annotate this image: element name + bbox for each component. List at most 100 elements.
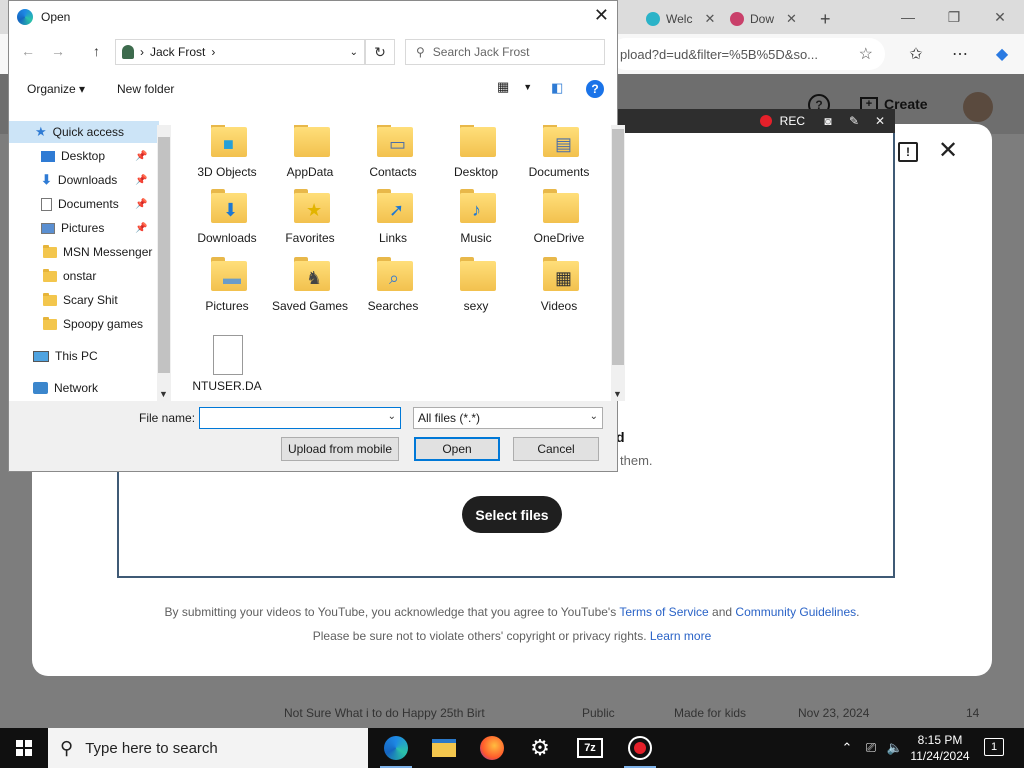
folder-icon: ♪ bbox=[456, 187, 496, 227]
chevron-down-icon[interactable]: ⌄ bbox=[350, 47, 358, 58]
restore-icon[interactable]: ❐ bbox=[934, 4, 974, 30]
file-item[interactable]: ➚ Links bbox=[353, 187, 433, 246]
file-label: sexy bbox=[463, 299, 489, 313]
browser-tab-download[interactable]: Dow ✕ bbox=[722, 6, 805, 32]
open-button[interactable]: Open bbox=[414, 437, 500, 461]
view-grid-icon[interactable]: ▦ bbox=[497, 79, 509, 95]
file-label: Saved Games bbox=[271, 299, 349, 313]
organize-button[interactable]: Organize ▾ bbox=[27, 82, 85, 96]
browser-tab-welcome[interactable]: Welc ✕ bbox=[638, 6, 723, 32]
nav-item-this-pc[interactable]: This PC bbox=[9, 345, 159, 367]
file-item[interactable]: ■ 3D Objects bbox=[187, 125, 267, 180]
new-folder-button[interactable]: New folder bbox=[117, 82, 174, 96]
new-tab-button[interactable]: + bbox=[812, 6, 839, 32]
chevron-down-icon[interactable]: ⌄ bbox=[388, 411, 396, 422]
edge-taskbar-button[interactable] bbox=[372, 728, 420, 768]
file-item[interactable]: sexy bbox=[436, 255, 516, 314]
help-icon[interactable]: ? bbox=[586, 80, 604, 98]
up-arrow-icon[interactable]: ↑ bbox=[93, 43, 100, 59]
forward-arrow-icon[interactable]: → bbox=[51, 43, 65, 59]
file-item[interactable]: ♞ Saved Games bbox=[270, 255, 350, 314]
close-icon[interactable]: ✕ bbox=[869, 109, 891, 133]
scroll-down-icon[interactable]: ▼ bbox=[159, 389, 168, 399]
nav-item-desktop[interactable]: Desktop 📌 bbox=[9, 145, 159, 167]
file-explorer-taskbar-button[interactable] bbox=[420, 728, 468, 768]
close-icon[interactable]: ✕ bbox=[704, 11, 715, 27]
nav-item-quick-access[interactable]: ★ Quick access bbox=[9, 121, 159, 143]
record-icon[interactable] bbox=[759, 115, 772, 127]
back-arrow-icon[interactable]: ← bbox=[21, 43, 35, 59]
file-item[interactable]: AppData bbox=[270, 125, 350, 180]
nav-item-scary-shit[interactable]: Scary Shit bbox=[9, 289, 159, 311]
search-input[interactable]: ⚲ Search Jack Frost bbox=[405, 39, 605, 65]
pen-icon[interactable]: ✎ bbox=[843, 109, 865, 133]
network-icon[interactable]: ⎚ bbox=[860, 728, 882, 768]
notification-center-icon[interactable]: 1 bbox=[984, 738, 1004, 756]
address-bar[interactable]: pload?d=ud&filter=%5B%5D&so... ☆ bbox=[610, 38, 885, 70]
minimize-icon[interactable]: — bbox=[888, 4, 928, 30]
download-icon: ⬇ bbox=[41, 172, 52, 187]
chevron-down-icon[interactable]: ▼ bbox=[523, 82, 532, 92]
firefox-taskbar-button[interactable] bbox=[468, 728, 516, 768]
rec-label[interactable]: REC bbox=[780, 114, 805, 128]
file-item[interactable]: OneDrive bbox=[519, 187, 599, 246]
close-icon[interactable]: ✕ bbox=[786, 11, 797, 27]
nav-item-network[interactable]: Network bbox=[9, 377, 159, 399]
nav-item-documents[interactable]: Documents 📌 bbox=[9, 193, 159, 215]
file-item[interactable]: NTUSER.DA bbox=[187, 335, 267, 394]
clock[interactable]: 8:15 PM 11/24/2024 bbox=[900, 732, 980, 764]
community-guidelines-link[interactable]: Community Guidelines bbox=[735, 605, 856, 619]
nav-item-onstar[interactable]: onstar bbox=[9, 265, 159, 287]
copilot-icon[interactable]: ◆ bbox=[988, 40, 1016, 68]
file-name-field[interactable]: ⌄ bbox=[199, 407, 401, 429]
refresh-icon[interactable]: ↻ bbox=[365, 39, 395, 65]
nav-item-spoopy-games[interactable]: Spoopy games bbox=[9, 313, 159, 335]
file-label: OneDrive bbox=[533, 231, 585, 245]
file-item[interactable]: ▬ Pictures bbox=[187, 255, 267, 314]
upload-from-mobile-button[interactable]: Upload from mobile bbox=[281, 437, 399, 461]
camera-icon[interactable]: ◙ bbox=[817, 109, 839, 133]
view-options[interactable]: ▦ ▼ bbox=[497, 79, 532, 95]
cancel-button[interactable]: Cancel bbox=[513, 437, 599, 461]
taskbar-search[interactable]: ⚲ Type here to search bbox=[48, 728, 368, 768]
file-item[interactable]: Desktop bbox=[436, 125, 516, 180]
settings-taskbar-button[interactable]: ⚙ bbox=[516, 728, 564, 768]
browser-tab-label: Welc bbox=[666, 12, 693, 26]
files-scrollbar[interactable]: ▼ bbox=[611, 125, 625, 401]
table-row[interactable]: Not Sure What i to do Happy 25th Birt Pu… bbox=[100, 700, 1020, 724]
star-icon: ★ bbox=[35, 124, 47, 139]
feedback-icon[interactable]: ! bbox=[898, 142, 918, 162]
avatar[interactable] bbox=[963, 92, 993, 122]
file-item[interactable]: ♪ Music bbox=[436, 187, 516, 246]
chevron-up-icon[interactable]: ⌃ bbox=[838, 728, 856, 768]
chevron-down-icon[interactable]: ⌄ bbox=[590, 411, 598, 422]
nav-item-pictures[interactable]: Pictures 📌 bbox=[9, 217, 159, 239]
favorites-icon[interactable]: ✩ bbox=[902, 40, 930, 68]
file-type-select[interactable]: All files (*.*) ⌄ bbox=[413, 407, 603, 429]
preview-pane-icon[interactable]: ◧ bbox=[551, 80, 563, 96]
breadcrumb-item[interactable]: Jack Frost bbox=[150, 45, 205, 59]
close-window-icon[interactable]: ✕ bbox=[980, 4, 1020, 30]
file-item[interactable]: ▭ Contacts bbox=[353, 125, 433, 180]
scroll-down-icon[interactable]: ▼ bbox=[613, 389, 622, 399]
file-item[interactable]: ▦ Videos bbox=[519, 255, 599, 314]
learn-more-link[interactable]: Learn more bbox=[650, 629, 711, 643]
favorite-star-icon[interactable]: ☆ bbox=[859, 44, 873, 64]
nav-item-msn-messenger[interactable]: MSN Messenger bbox=[9, 241, 159, 263]
scrollbar-thumb[interactable] bbox=[158, 137, 170, 373]
scrollbar-thumb[interactable] bbox=[612, 129, 624, 365]
7zip-taskbar-button[interactable]: 7z bbox=[566, 728, 614, 768]
breadcrumb[interactable]: › Jack Frost › ⌄ bbox=[115, 39, 365, 65]
nav-scrollbar[interactable]: ▼ bbox=[157, 125, 171, 401]
close-icon[interactable]: ✕ bbox=[936, 139, 960, 165]
file-item[interactable]: ⬇ Downloads bbox=[187, 187, 267, 246]
file-item[interactable]: ▤ Documents bbox=[519, 125, 599, 180]
close-icon[interactable]: ✕ bbox=[594, 5, 609, 26]
start-button[interactable] bbox=[0, 728, 48, 768]
recorder-taskbar-button[interactable] bbox=[616, 728, 664, 768]
file-item[interactable]: ⌕ Searches bbox=[353, 255, 433, 314]
nav-item-downloads[interactable]: ⬇ Downloads 📌 bbox=[9, 169, 159, 191]
terms-of-service-link[interactable]: Terms of Service bbox=[619, 605, 708, 619]
file-item[interactable]: ★ Favorites bbox=[270, 187, 350, 246]
more-icon[interactable]: ⋯ bbox=[946, 40, 974, 68]
